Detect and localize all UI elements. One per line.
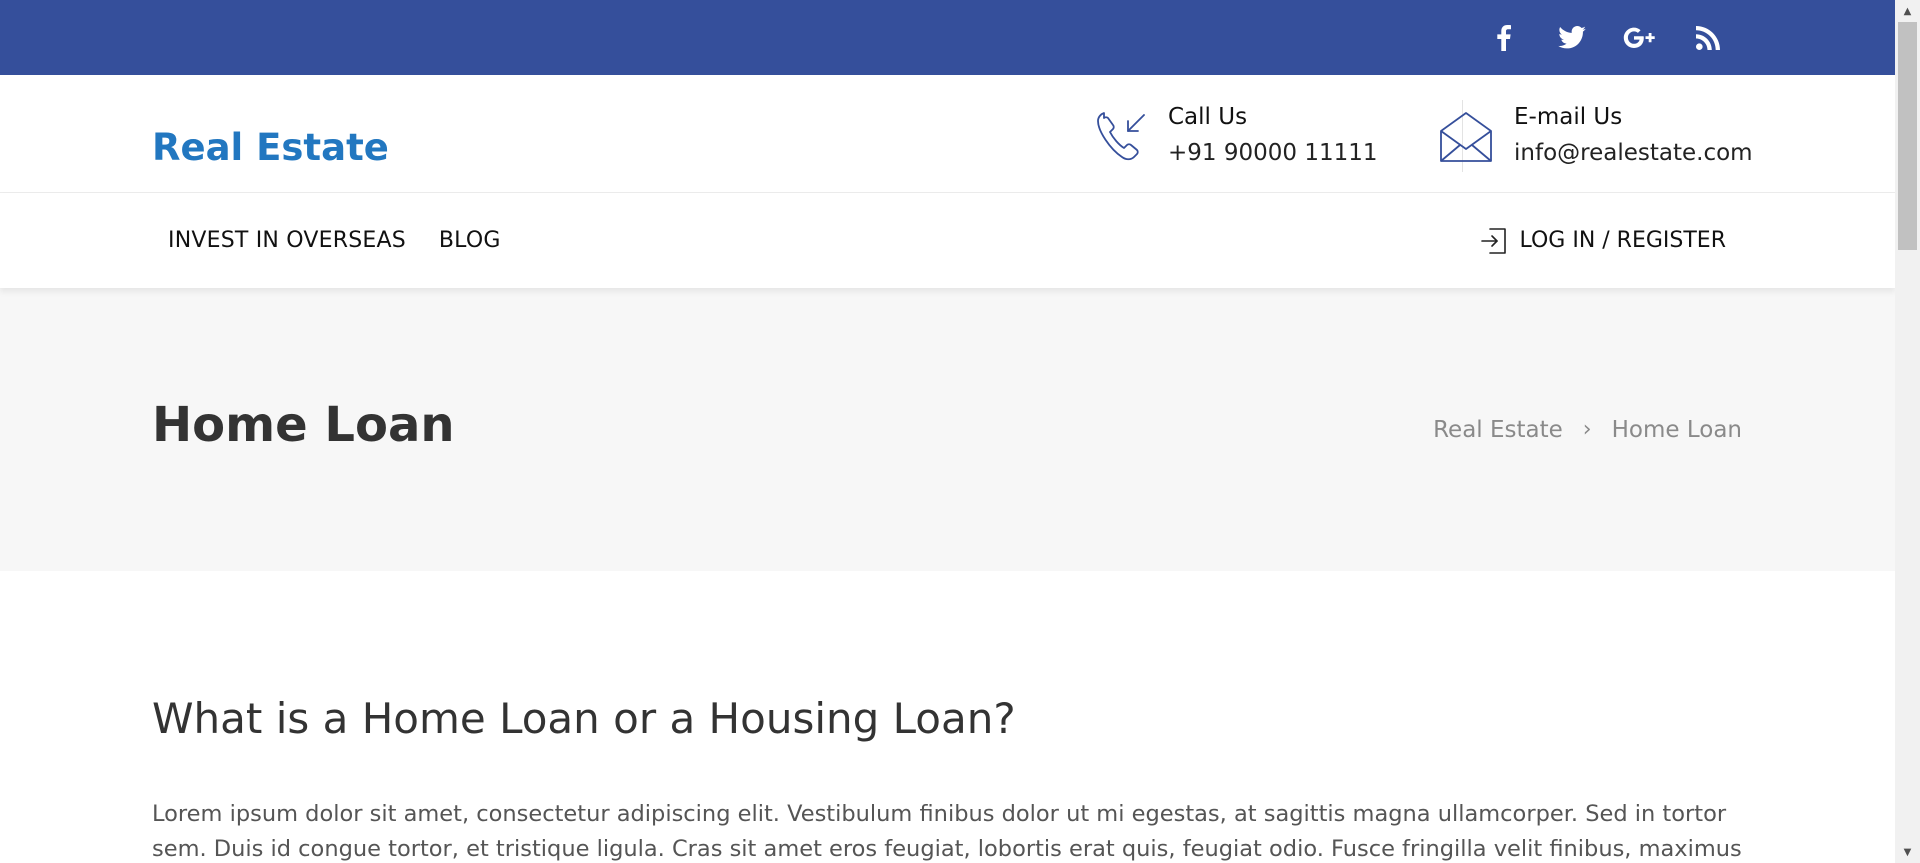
social-links [1470,0,1742,75]
facebook-icon [1497,24,1511,51]
scroll-up-arrow-icon[interactable]: ▲ [1895,0,1920,22]
content-heading: What is a Home Loan or a Housing Loan? [152,694,1016,743]
nav-item-blog[interactable]: BLOG [439,228,501,253]
twitter-link[interactable] [1538,18,1606,58]
content-paragraph: Lorem ipsum dolor sit amet, consectetur … [152,801,1742,862]
breadcrumb: Real Estate › Home Loan [1433,288,1742,571]
login-icon [1480,227,1506,254]
call-us-block: Call Us +91 90000 11111 [1092,99,1378,171]
page-title: Home Loan [152,397,455,453]
login-register-label: LOG IN / REGISTER [1519,228,1727,253]
main-content: What is a Home Loan or a Housing Loan? L… [0,571,1895,863]
site-header: Real Estate Call Us +91 90000 11111 E-ma… [0,75,1895,193]
breadcrumb-current: Home Loan [1611,416,1742,443]
breadcrumb-separator: › [1582,417,1592,442]
phone-number[interactable]: +91 90000 11111 [1168,135,1378,171]
page-title-band: Home Loan Real Estate › Home Loan [0,288,1895,571]
twitter-icon [1558,26,1586,49]
vertical-scrollbar[interactable]: ▲ ▼ [1895,0,1920,863]
page: Real Estate Call Us +91 90000 11111 E-ma… [0,0,1895,863]
call-us-label: Call Us [1168,104,1248,130]
call-us-text: Call Us +91 90000 11111 [1168,99,1378,171]
email-us-label: E-mail Us [1514,104,1623,130]
rss-link[interactable] [1674,18,1742,58]
google-plus-icon [1623,27,1655,48]
phone-incoming-icon [1097,112,1145,161]
email-us-block: E-mail Us info@realestate.com [1438,99,1753,171]
site-logo[interactable]: Real Estate [152,75,389,192]
email-us-text: E-mail Us info@realestate.com [1514,99,1753,171]
scrollbar-thumb[interactable] [1898,22,1917,250]
scroll-down-arrow-icon[interactable]: ▼ [1895,841,1920,863]
nav-item-invest-in-overseas[interactable]: INVEST IN OVERSEAS [168,228,406,253]
login-register-button[interactable]: LOG IN / REGISTER [1480,193,1727,288]
envelope-open-icon [1440,112,1492,162]
nav-menu: INVEST IN OVERSEAS BLOG [168,193,534,288]
rss-icon [1696,25,1720,50]
breadcrumb-home-link[interactable]: Real Estate [1433,417,1563,443]
main-nav: INVEST IN OVERSEAS BLOG LOG IN / REGISTE… [0,193,1895,288]
email-address[interactable]: info@realestate.com [1514,135,1753,171]
google-plus-link[interactable] [1606,18,1674,58]
facebook-link[interactable] [1470,18,1538,58]
social-topbar [0,0,1895,75]
